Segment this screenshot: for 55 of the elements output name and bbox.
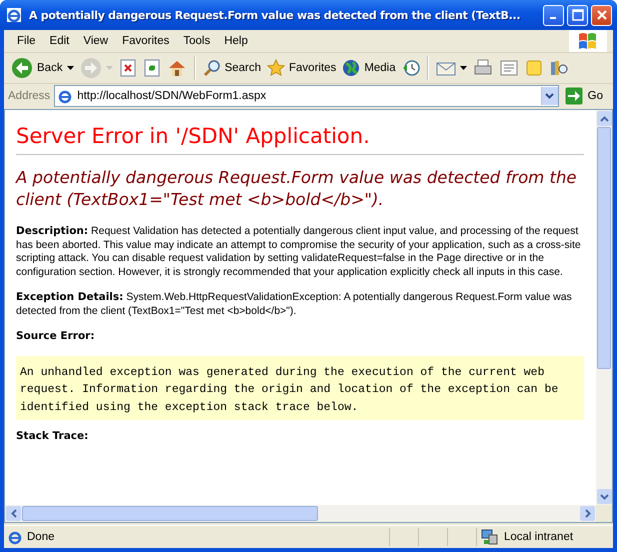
chevron-right-icon [584, 509, 590, 518]
maximize-icon [572, 9, 584, 21]
address-field[interactable]: http://localhost/SDN/WebForm1.aspx [54, 85, 559, 107]
toolbar-button[interactable]: Media [339, 55, 399, 81]
window-title: A potentially dangerous Request.Form value was detected from the client (TextB... [29, 8, 522, 22]
dropdown-button[interactable] [540, 87, 558, 105]
menu-item[interactable]: File [10, 35, 43, 47]
toolbar-button[interactable]: Search [200, 55, 264, 81]
menu-item[interactable]: Edit [42, 35, 76, 47]
caret-icon [460, 66, 467, 70]
printer-icon [472, 59, 493, 77]
code-block: An unhandled exception was generated during the execution of the current web request. Information regarding the origin and location of the exception can be identified using the exception stack trace below. [16, 356, 584, 420]
error-title: A potentially dangerous Request.Form value was detected from the client (TextBox1="Test met <b>bold</b>"). [16, 167, 578, 211]
close-button[interactable] [591, 4, 612, 26]
chevron-up-icon [600, 116, 609, 122]
windows-logo-icon [569, 30, 607, 52]
chevron-down-icon [600, 494, 609, 500]
zone-text: Local intranet [504, 531, 574, 543]
menu-item[interactable]: Favorites [115, 35, 176, 47]
globe-icon [342, 59, 360, 77]
error-paragraph: Exception Details: System.Web.HttpRequestValidationException: A potentially dangerous Request.Form value was detected from the client (TextBox1="Test met <b>bold</b>"). [16, 291, 573, 318]
error-paragraph: Description: Request Validation has detected a potentially dangerous client input value, and processing of the request has been aborted. This value may indicate an attempt to compromise the security of your application, such as a cross-site scripting attack. You can disable request validation by setting validateRequest=false in the Page directive or in the configuration section. However, it is strongly recommended that your application explicitly check all inputs in this case. [16, 225, 582, 279]
go-button[interactable]: Go [562, 87, 609, 105]
note-icon [524, 59, 543, 77]
close-icon [596, 9, 608, 21]
caret-icon [106, 66, 113, 70]
caret-icon [66, 66, 74, 70]
star-icon [267, 59, 286, 77]
menu-item[interactable]: Tools [176, 35, 218, 47]
section-heading: Stack Trace: [16, 430, 88, 442]
network-icon [481, 528, 499, 546]
menu-item[interactable]: Help [217, 35, 255, 47]
browser-icon [6, 7, 22, 23]
horizontal-scrollbar[interactable] [5, 505, 596, 522]
toolbar-button[interactable]: Favorites [264, 55, 340, 81]
home-icon [166, 58, 187, 78]
minimize-icon [550, 17, 556, 19]
vertical-scrollbar[interactable] [596, 110, 612, 505]
page-heading: Server Error in '/SDN' Application. [16, 124, 371, 148]
chevron-down-icon [545, 93, 554, 99]
search-icon [202, 59, 221, 77]
address-label: Address [8, 90, 50, 102]
status-text: Done [27, 531, 56, 543]
page-icon [57, 88, 74, 104]
page-icon [7, 529, 23, 545]
stop-icon [118, 59, 137, 77]
history-icon [402, 59, 420, 77]
toolbar-button[interactable]: Back [8, 55, 77, 81]
menu-item[interactable]: View [76, 35, 116, 47]
chevron-left-icon [10, 509, 16, 518]
section-heading: Source Error: [16, 330, 95, 342]
minimize-button[interactable] [543, 4, 564, 26]
maximize-button[interactable] [567, 4, 588, 26]
envelope-icon [436, 60, 456, 76]
document-icon [498, 59, 519, 77]
